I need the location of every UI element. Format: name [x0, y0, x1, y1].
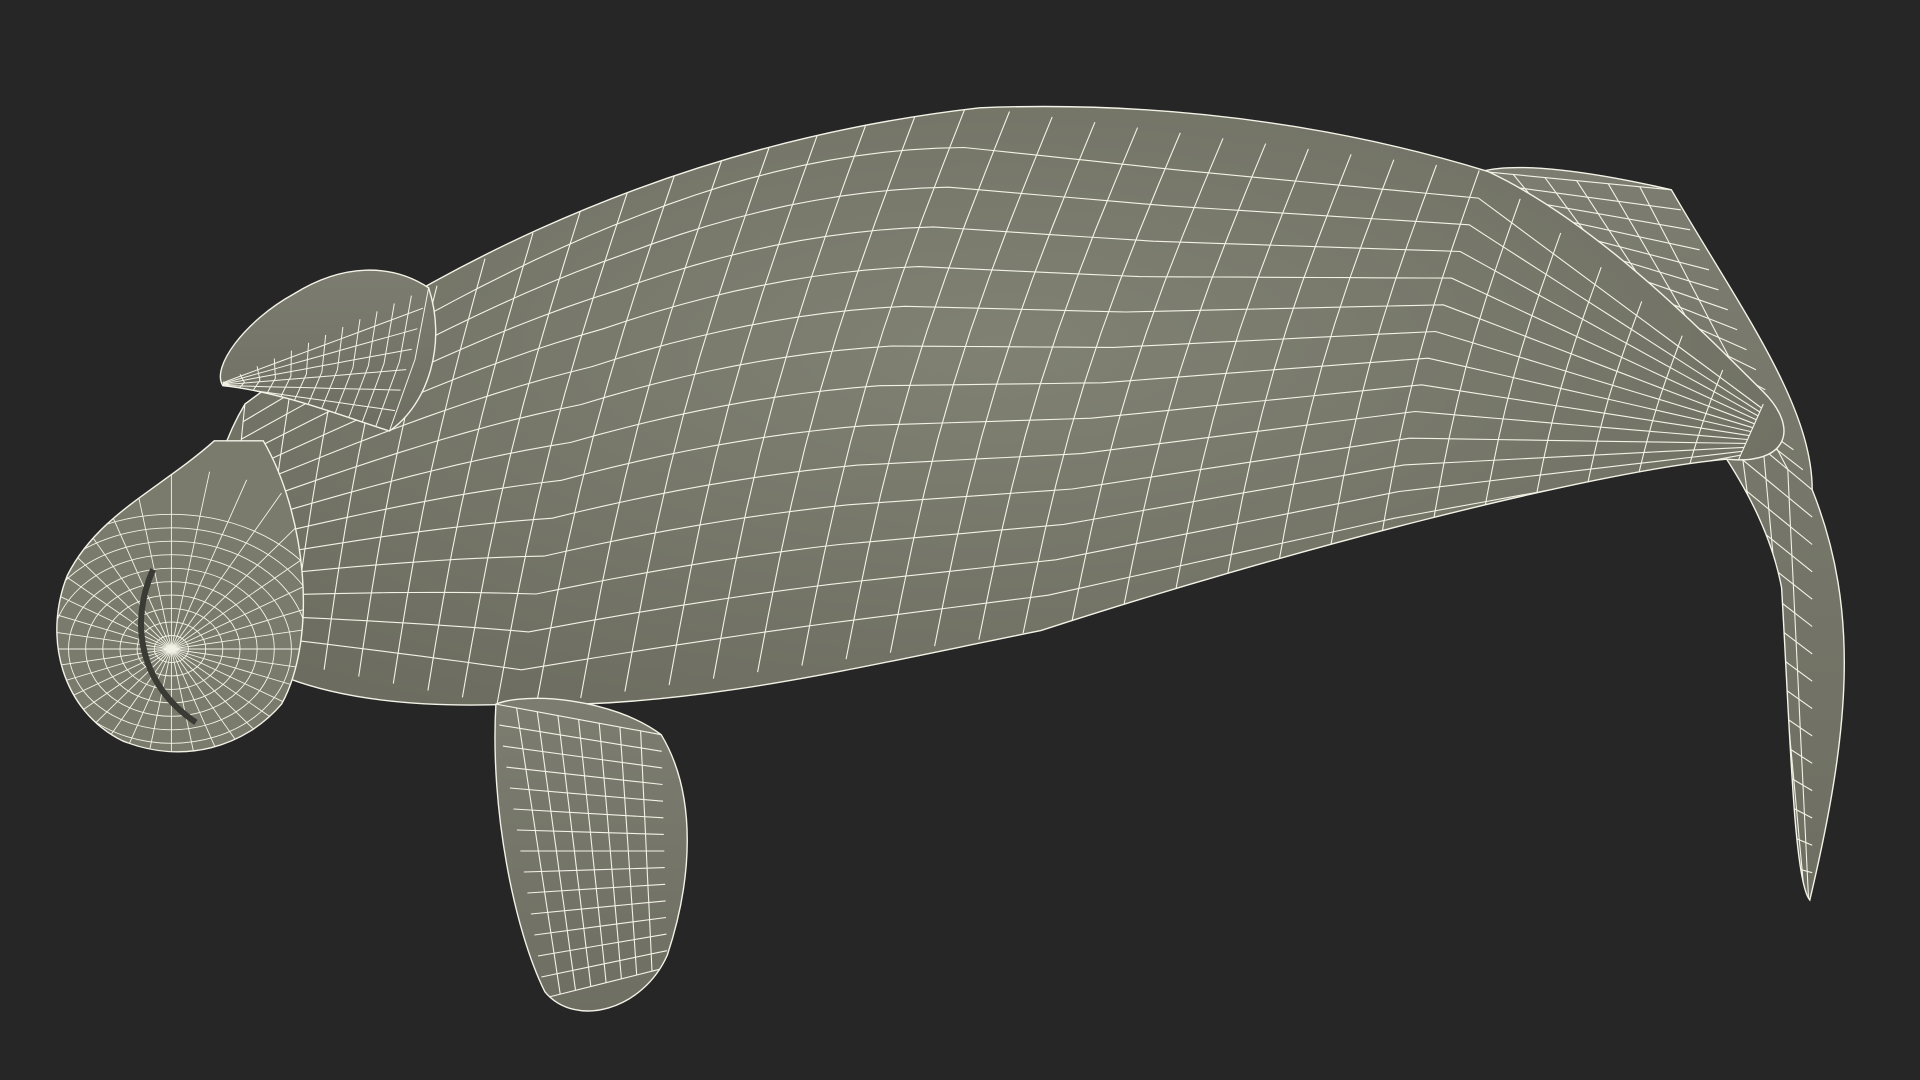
lower-flipper — [494, 697, 688, 1012]
wireframe-scene — [56, 105, 1845, 1012]
3d-viewport[interactable] — [0, 0, 1920, 1080]
